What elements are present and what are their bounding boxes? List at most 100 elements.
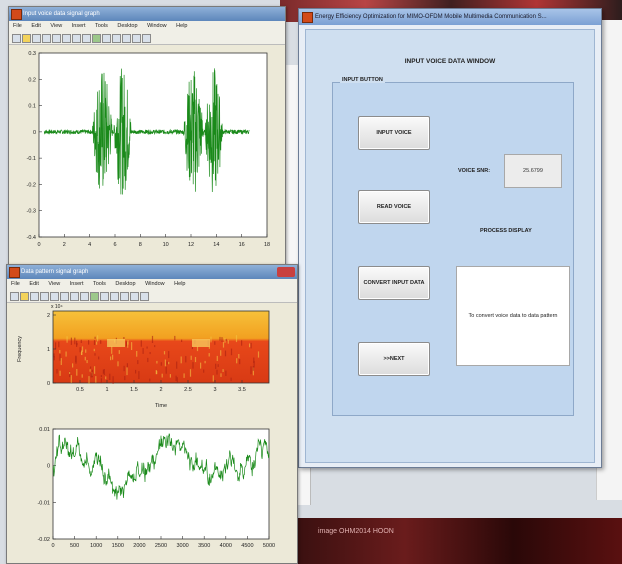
x-tick-label: 16 xyxy=(239,242,245,248)
colorbar-icon[interactable] xyxy=(122,34,131,43)
spectrogram-cell xyxy=(168,351,170,359)
x-tick-label: 2500 xyxy=(155,543,167,549)
spectrogram-cell xyxy=(176,377,178,383)
x-tick-label: 1500 xyxy=(112,543,124,549)
data-cursor-icon[interactable] xyxy=(102,34,111,43)
spectrogram-cell xyxy=(176,361,178,369)
menu-tools[interactable]: Tools xyxy=(95,23,108,29)
menu-file[interactable]: File xyxy=(13,23,22,29)
print-icon[interactable] xyxy=(42,34,51,43)
spectrogram-energy-band xyxy=(192,339,210,347)
figure2-titlebar[interactable]: Data pattern signal graph xyxy=(7,265,297,279)
spectrogram-cell xyxy=(90,366,92,369)
x-tick-label: 6 xyxy=(113,242,116,248)
plot-tools-icon[interactable] xyxy=(142,34,151,43)
y-tick-label: -0.1 xyxy=(27,156,36,162)
menu-desktop[interactable]: Desktop xyxy=(117,23,137,29)
spectrogram-cell xyxy=(175,375,177,381)
spectrogram-cell xyxy=(96,341,98,345)
spectrogram-cell xyxy=(253,357,255,363)
spectrogram-cell xyxy=(204,360,206,364)
figure1-titlebar[interactable]: Input voice data signal graph xyxy=(9,7,285,21)
process-display-label: PROCESS DISPLAY xyxy=(480,228,532,234)
app-titlebar[interactable]: Energy Efficiency Optimization for MIMO-… xyxy=(299,9,601,25)
menu-tools[interactable]: Tools xyxy=(93,281,106,287)
open-icon[interactable] xyxy=(20,292,29,301)
spectrogram-cell xyxy=(250,342,252,349)
zoom-out-icon[interactable] xyxy=(72,34,81,43)
menu-edit[interactable]: Edit xyxy=(31,23,40,29)
rotate-icon[interactable] xyxy=(92,34,101,43)
spectrogram-cell xyxy=(94,366,96,374)
pointer-icon[interactable] xyxy=(50,292,59,301)
window-controls[interactable] xyxy=(277,267,295,277)
spectrogram-cell xyxy=(196,346,199,352)
spectrogram-cell xyxy=(222,369,224,372)
zoom-in-icon[interactable] xyxy=(62,34,71,43)
spectrogram-cell xyxy=(138,371,140,379)
spectrogram-cell xyxy=(149,352,151,355)
spectrogram-cell xyxy=(181,339,183,342)
brush-icon[interactable] xyxy=(110,292,119,301)
x-tick-label: 8 xyxy=(139,242,142,248)
background-caption: image OHM2014 HOON xyxy=(318,528,394,535)
figure-window-input-voice[interactable]: Input voice data signal graph File Edit … xyxy=(8,6,286,268)
new-figure-icon[interactable] xyxy=(10,292,19,301)
x-tick-label: 1 xyxy=(105,387,108,393)
menu-window[interactable]: Window xyxy=(145,281,165,287)
spectrogram-cell xyxy=(220,350,222,356)
legend-icon[interactable] xyxy=(132,34,141,43)
spectrogram-cell xyxy=(165,366,167,374)
y-tick-label: 0 xyxy=(33,130,36,136)
menu-desktop[interactable]: Desktop xyxy=(115,281,135,287)
brush-icon[interactable] xyxy=(112,34,121,43)
pointer-icon[interactable] xyxy=(52,34,61,43)
menu-insert[interactable]: Insert xyxy=(72,23,86,29)
y-tick-label: -0.4 xyxy=(27,235,36,241)
new-figure-icon[interactable] xyxy=(12,34,21,43)
spectrogram-cell xyxy=(84,356,86,361)
convert-input-data-button[interactable]: CONVERT INPUT DATA xyxy=(358,266,430,300)
x-tick-label: 2 xyxy=(159,387,162,393)
input-voice-button[interactable]: INPUT VOICE xyxy=(358,116,430,150)
spectrogram-cell xyxy=(125,341,127,347)
zoom-in-icon[interactable] xyxy=(60,292,69,301)
figure-window-data-pattern[interactable]: Data pattern signal graph File Edit View… xyxy=(6,264,298,564)
main-app-window[interactable]: Energy Efficiency Optimization for MIMO-… xyxy=(298,8,602,468)
colorbar-icon[interactable] xyxy=(120,292,129,301)
next-button[interactable]: >>NEXT xyxy=(358,342,430,376)
figure1-title: Input voice data signal graph xyxy=(23,11,100,17)
menu-window[interactable]: Window xyxy=(147,23,167,29)
spectrogram-cell xyxy=(97,335,99,342)
y-tick-label: -0.02 xyxy=(37,537,50,543)
print-icon[interactable] xyxy=(40,292,49,301)
menu-edit[interactable]: Edit xyxy=(29,281,38,287)
open-icon[interactable] xyxy=(22,34,31,43)
plot-tools-icon[interactable] xyxy=(140,292,149,301)
x-tick-label: 0.5 xyxy=(76,387,84,393)
spectrogram-cell xyxy=(208,353,210,357)
legend-icon[interactable] xyxy=(130,292,139,301)
spectrogram-y-label: Frequency xyxy=(17,336,23,362)
menu-help[interactable]: Help xyxy=(176,23,187,29)
menu-file[interactable]: File xyxy=(11,281,20,287)
pan-icon[interactable] xyxy=(82,34,91,43)
spectrogram-cell xyxy=(216,355,218,361)
zoom-out-icon[interactable] xyxy=(70,292,79,301)
spectrogram-cell xyxy=(192,362,194,369)
pan-icon[interactable] xyxy=(80,292,89,301)
voice-snr-value: 25.6799 xyxy=(504,154,562,188)
figure2-toolbar xyxy=(7,290,297,303)
spectrogram-cell xyxy=(230,348,233,356)
rotate-icon[interactable] xyxy=(90,292,99,301)
spectrogram-y-exponent: x 10⁴ xyxy=(51,304,63,310)
save-icon[interactable] xyxy=(30,292,39,301)
menu-help[interactable]: Help xyxy=(174,281,185,287)
menu-view[interactable]: View xyxy=(48,281,60,287)
menu-view[interactable]: View xyxy=(50,23,62,29)
save-icon[interactable] xyxy=(32,34,41,43)
spectrogram-cell xyxy=(65,351,67,357)
read-voice-button[interactable]: READ VOICE xyxy=(358,190,430,224)
menu-insert[interactable]: Insert xyxy=(70,281,84,287)
data-cursor-icon[interactable] xyxy=(100,292,109,301)
